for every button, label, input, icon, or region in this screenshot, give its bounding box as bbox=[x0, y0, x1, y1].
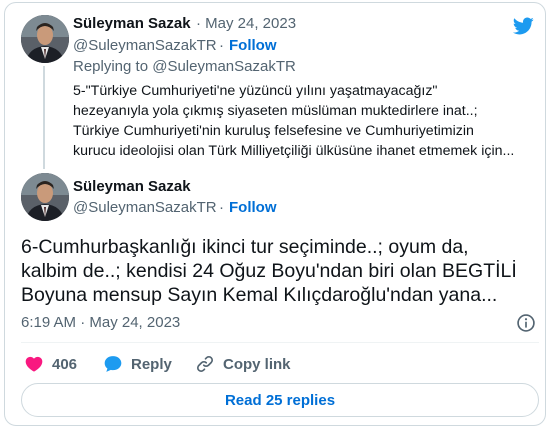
author-avatar[interactable] bbox=[21, 15, 69, 63]
text-line: kalbim de..; kendisi 24 Oğuz Boyu'ndan b… bbox=[21, 260, 517, 282]
tweet-timestamp[interactable]: 6:19 AM · May 24, 2023 bbox=[21, 314, 180, 331]
text-line: Boyuna mensup Sayın Kemal Kılıçdaroğlu'n… bbox=[21, 284, 498, 306]
follow-button[interactable]: Follow bbox=[229, 199, 277, 216]
read-replies-button[interactable]: Read 25 replies bbox=[21, 383, 539, 417]
text-line: 5-"Türkiye Cumhuriyeti'ne yüzüncü yılını… bbox=[73, 83, 438, 99]
reply-label: Reply bbox=[131, 355, 172, 373]
replying-to-label[interactable]: Replying to @SuleymanSazakTR bbox=[73, 58, 296, 75]
tweet-date[interactable]: · May 24, 2023 bbox=[196, 15, 296, 32]
text-line: 6-Cumhurbaşkanlığı ikinci tur seçiminde.… bbox=[21, 236, 469, 258]
author-handle[interactable]: @SuleymanSazakTR bbox=[73, 37, 217, 54]
text-line: hezeyanıyla yola çıkmış siyaseten müslüm… bbox=[73, 103, 478, 119]
author-handle[interactable]: @SuleymanSazakTR bbox=[73, 199, 217, 216]
author-name[interactable]: Süleyman Sazak bbox=[73, 15, 191, 32]
like-button[interactable]: 406 bbox=[24, 352, 77, 376]
follow-button[interactable]: Follow bbox=[229, 37, 277, 54]
author-avatar[interactable] bbox=[21, 173, 69, 221]
divider bbox=[21, 342, 539, 343]
heart-icon bbox=[25, 356, 43, 372]
main-tweet-text: 6-Cumhurbaşkanlığı ikinci tur seçiminde.… bbox=[21, 235, 541, 307]
author-name[interactable]: Süleyman Sazak bbox=[73, 178, 191, 195]
parent-tweet-text: 5-"Türkiye Cumhuriyeti'ne yüzüncü yılını… bbox=[73, 81, 543, 161]
separator-dot: · bbox=[219, 37, 224, 54]
copy-link-label: Copy link bbox=[223, 355, 291, 373]
tweet-embed-card: Süleyman Sazak · May 24, 2023 @SuleymanS… bbox=[4, 2, 546, 426]
reply-button[interactable]: Reply bbox=[103, 352, 172, 376]
text-line: kurucu ideolojisi olan Türk Milliyetçili… bbox=[73, 143, 515, 159]
thread-connector-line bbox=[43, 66, 45, 169]
speech-bubble-icon bbox=[104, 356, 122, 372]
twitter-bird-icon[interactable] bbox=[510, 15, 536, 37]
separator-dot: · bbox=[219, 199, 224, 216]
info-icon[interactable] bbox=[516, 313, 536, 333]
like-count: 406 bbox=[52, 355, 78, 373]
text-line: Türkiye Cumhuriyeti'nin kuruluş felsefes… bbox=[73, 123, 474, 139]
link-icon bbox=[196, 355, 214, 373]
copy-link-button[interactable]: Copy link bbox=[195, 352, 291, 376]
